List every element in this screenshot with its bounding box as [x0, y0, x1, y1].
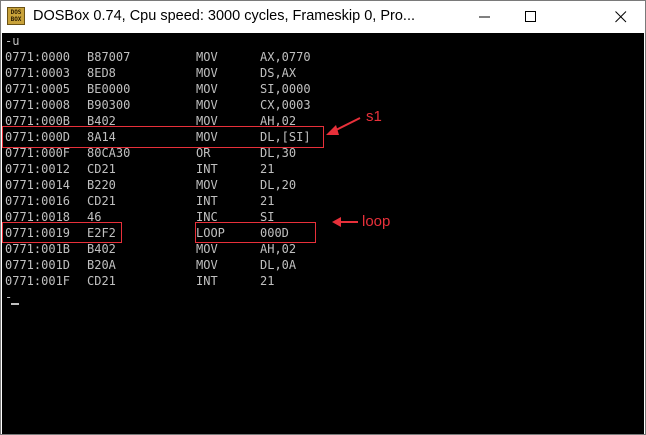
minimize-icon	[479, 16, 490, 18]
console-screen[interactable]: -u 0771:0000 B87007 MOV AX,0770 0771:0003 8ED…	[2, 33, 644, 434]
app-icon-text-top: DOS	[10, 9, 22, 16]
dosbox-app-icon[interactable]: DOS BOX	[7, 7, 25, 25]
loop-address-highlight-box	[2, 222, 122, 243]
row-operands: DL,0A	[260, 258, 297, 272]
row-address: 0771:0003	[5, 66, 71, 80]
maximize-button[interactable]	[508, 1, 554, 33]
app-icon-text-bottom: BOX	[10, 16, 22, 23]
row-address: 0771:0016	[5, 194, 71, 208]
row-mnemonic: MOV	[196, 66, 218, 80]
s1-arrow-icon	[326, 117, 361, 135]
row-operands: AX,0770	[260, 50, 311, 64]
row-mnemonic: INT	[196, 194, 218, 208]
row-address: 0771:0000	[5, 50, 71, 64]
row-machine-code: B87007	[87, 50, 131, 64]
maximize-icon	[525, 11, 536, 22]
row-machine-code: B402	[87, 242, 116, 256]
title-bar[interactable]: DOS BOX DOSBox 0.74, Cpu speed: 3000 cyc…	[1, 1, 645, 33]
row-address: 0771:0005	[5, 82, 71, 96]
row-operands: 21	[260, 194, 275, 208]
loop-arrow-icon	[332, 217, 358, 227]
row-address: 0771:001D	[5, 258, 71, 272]
row-mnemonic: INT	[196, 274, 218, 288]
row-address: 0771:0012	[5, 162, 71, 176]
row-operands: 21	[260, 274, 275, 288]
row-operands: CX,0003	[260, 98, 311, 112]
row-mnemonic: INT	[196, 162, 218, 176]
close-button[interactable]	[598, 1, 644, 33]
text-cursor	[11, 303, 19, 305]
row-machine-code: B90300	[87, 98, 131, 112]
row-mnemonic: MOV	[196, 50, 218, 64]
row-operands: 21	[260, 162, 275, 176]
row-machine-code: 8ED8	[87, 66, 116, 80]
row-mnemonic: MOV	[196, 98, 218, 112]
loop-instruction-highlight-box	[195, 222, 316, 243]
row-operands: AH,02	[260, 242, 297, 256]
minimize-button[interactable]	[462, 1, 508, 33]
close-icon	[615, 11, 627, 23]
row-mnemonic: MOV	[196, 178, 218, 192]
row-address: 0771:001B	[5, 242, 71, 256]
row-address: 0771:001F	[5, 274, 71, 288]
row-machine-code: CD21	[87, 194, 116, 208]
row-mnemonic: MOV	[196, 242, 218, 256]
loop-annotation-label: loop	[362, 213, 391, 230]
row-machine-code: BE0000	[87, 82, 131, 96]
row-mnemonic: MOV	[196, 82, 218, 96]
row-address: 0771:0008	[5, 98, 71, 112]
row-machine-code: B20A	[87, 258, 116, 272]
row-mnemonic: MOV	[196, 258, 218, 272]
row-address: 0771:0014	[5, 178, 71, 192]
s1-annotation-label: s1	[366, 108, 382, 125]
prompt-line: -u	[5, 34, 20, 48]
row-operands: DL,20	[260, 178, 297, 192]
row-machine-code: CD21	[87, 274, 116, 288]
window-title: DOSBox 0.74, Cpu speed: 3000 cycles, Fra…	[33, 8, 416, 24]
row-machine-code: B220	[87, 178, 116, 192]
s1-highlight-box	[2, 126, 324, 148]
row-machine-code: CD21	[87, 162, 116, 176]
row-operands: DS,AX	[260, 66, 297, 80]
dosbox-window: DOS BOX DOSBox 0.74, Cpu speed: 3000 cyc…	[0, 0, 646, 435]
row-operands: SI,0000	[260, 82, 311, 96]
